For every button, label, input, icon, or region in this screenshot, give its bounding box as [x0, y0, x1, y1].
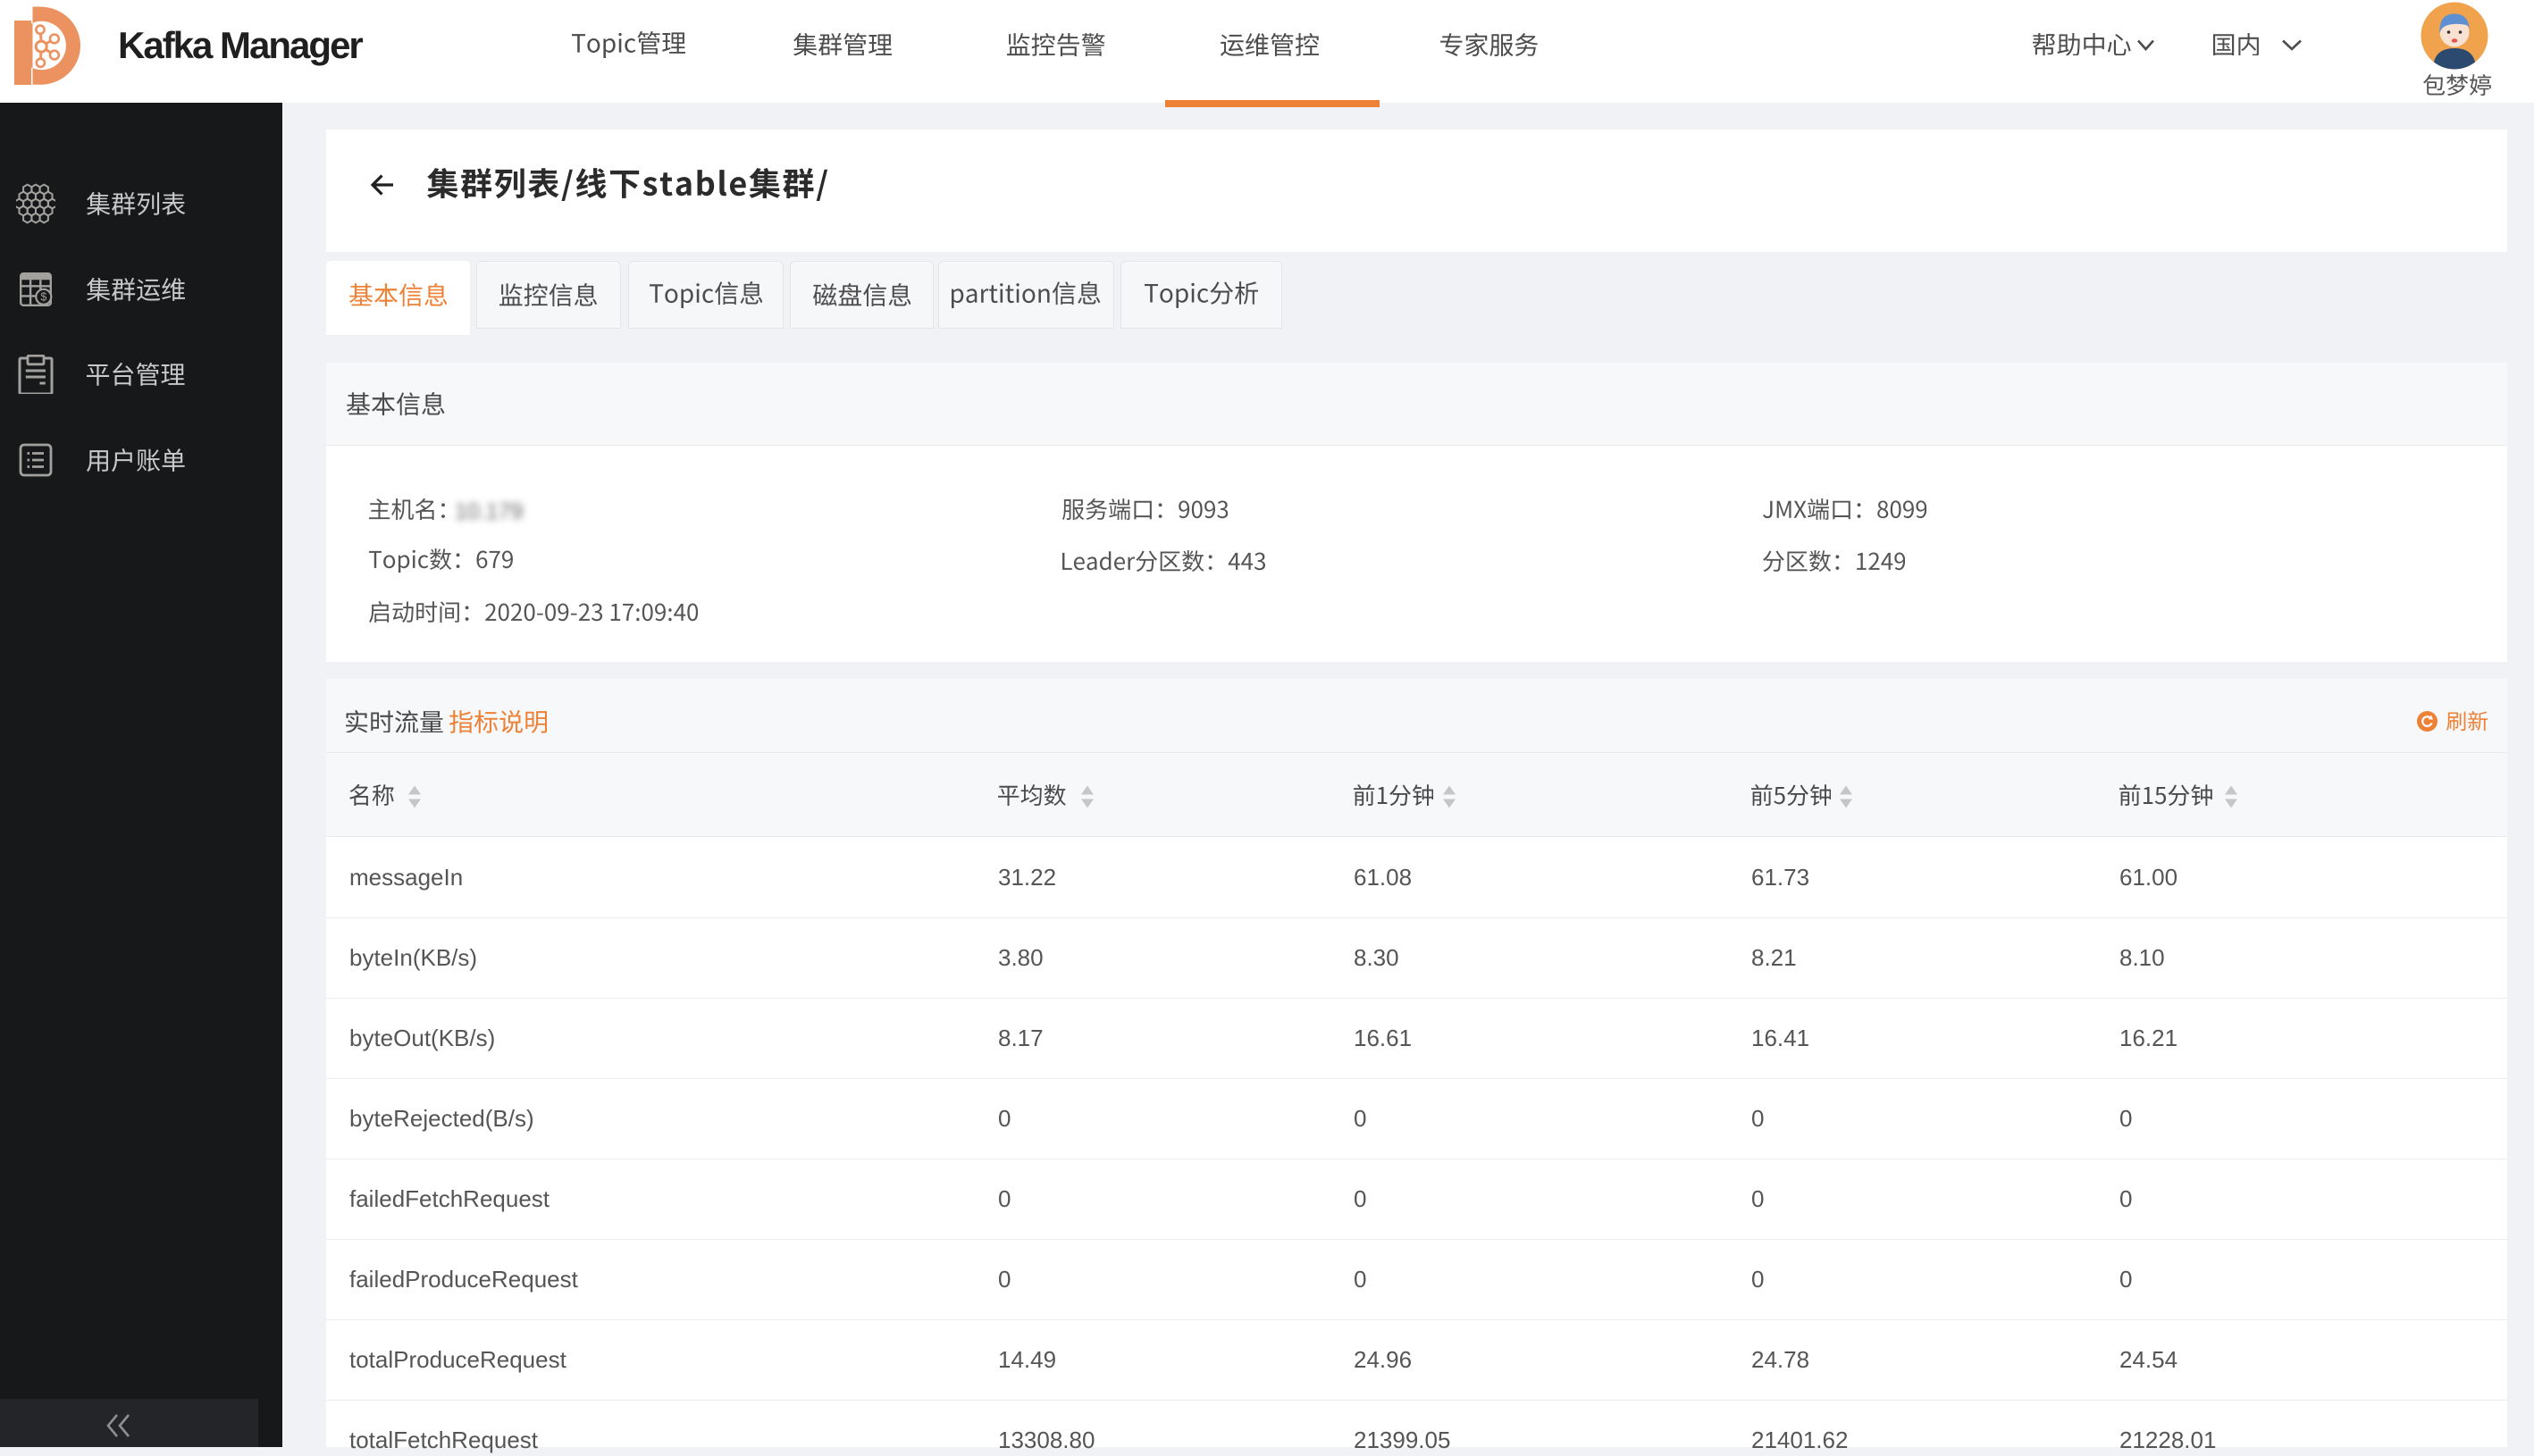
svg-text:$: $	[40, 291, 46, 304]
